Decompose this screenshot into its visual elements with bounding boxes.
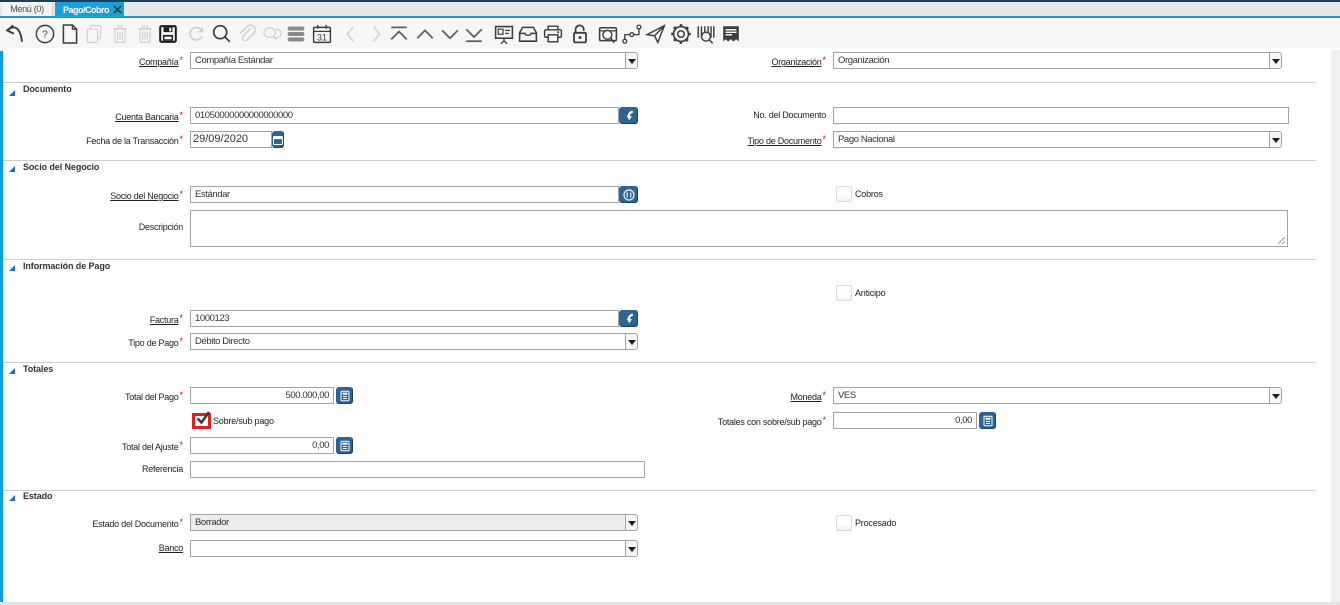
svg-text:?: ?: [42, 30, 48, 41]
svg-text:31: 31: [317, 33, 327, 43]
